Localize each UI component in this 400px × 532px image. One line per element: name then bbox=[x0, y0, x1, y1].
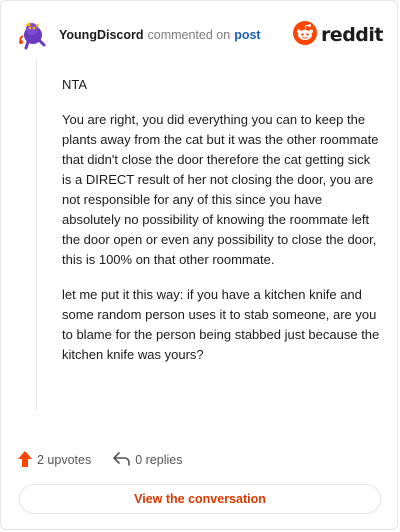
comment-paragraph: NTA bbox=[62, 77, 88, 92]
view-conversation-button[interactable]: View the conversation bbox=[19, 484, 381, 514]
username-link[interactable]: YoungDiscord bbox=[59, 28, 144, 42]
comment-paragraph: let me put it this way: if you have a ki… bbox=[62, 287, 380, 362]
reddit-wordmark: reddit bbox=[320, 24, 384, 46]
thread-line bbox=[36, 59, 37, 411]
commented-on-text: commented on bbox=[147, 28, 231, 42]
replies-button[interactable]: 0 replies bbox=[113, 451, 182, 470]
reply-arrow-icon bbox=[113, 451, 131, 470]
post-link[interactable]: post bbox=[234, 28, 260, 42]
reply-count: 0 replies bbox=[135, 453, 183, 467]
upvote-button[interactable]: 2 upvotes bbox=[17, 450, 91, 471]
comment-meta: YoungDiscord commented on post bbox=[59, 28, 261, 42]
reddit-snoo-icon bbox=[292, 20, 317, 50]
comment-header: YoungDiscord commented on post reddit bbox=[17, 19, 384, 51]
comment-embed-card: YoungDiscord commented on post reddit NT… bbox=[0, 0, 398, 530]
comment-body: NTA You are right, you did everything yo… bbox=[62, 75, 382, 380]
upvote-count: 2 upvotes bbox=[37, 453, 92, 467]
reddit-brand[interactable]: reddit bbox=[292, 20, 384, 50]
upvote-arrow-icon bbox=[17, 450, 33, 471]
comment-paragraph: You are right, you did everything you ca… bbox=[62, 112, 379, 267]
comment-actions: 2 upvotes 0 replies bbox=[17, 449, 182, 471]
user-avatar-icon[interactable] bbox=[17, 20, 47, 50]
